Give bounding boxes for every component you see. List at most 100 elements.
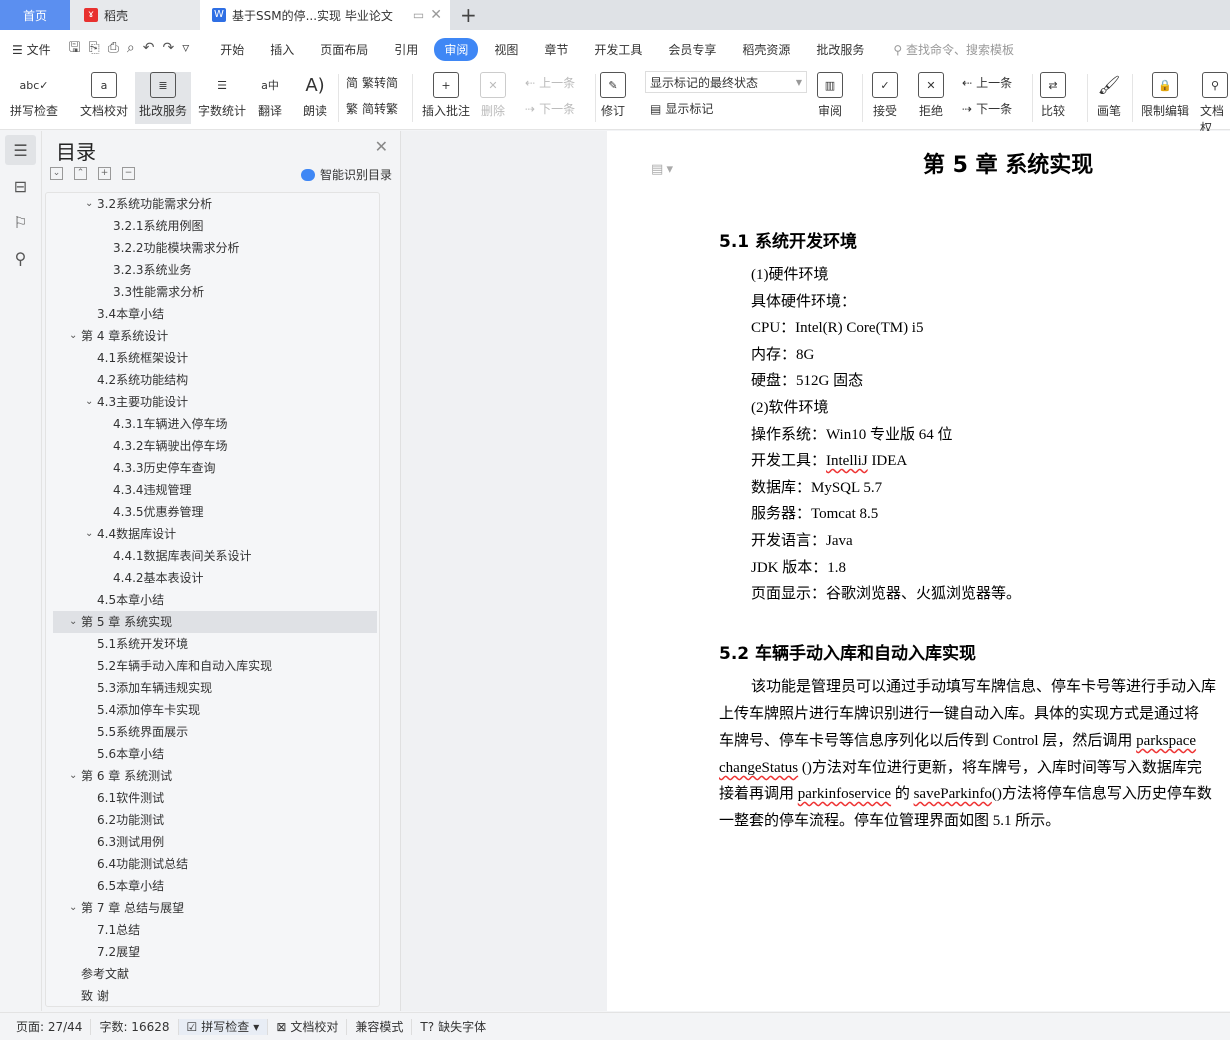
toc-item[interactable]: 6.2功能测试	[53, 809, 377, 831]
menu-tab-6[interactable]: 章节	[534, 38, 578, 61]
tab-document[interactable]: W 基于SSM的停...实现 毕业论文 ▭ ✕	[200, 0, 450, 30]
toc-item[interactable]: 4.3.3历史停车查询	[53, 457, 377, 479]
toc-item[interactable]: 6.1软件测试	[53, 787, 377, 809]
toc-item[interactable]: 3.3性能需求分析	[53, 281, 377, 303]
toc-item[interactable]: ⌄ 3.2系统功能需求分析	[53, 193, 377, 215]
proofread-button[interactable]: a 文档校对	[80, 72, 128, 119]
toc-item[interactable]: 4.1系统框架设计	[53, 347, 377, 369]
toc-item[interactable]: 3.4本章小结	[53, 303, 377, 325]
paste-options-icon[interactable]: ▤ ▾	[651, 161, 673, 177]
search-command[interactable]: ⚲ 查找命令、搜索模板	[893, 41, 1014, 58]
menu-tab-7[interactable]: 开发工具	[584, 38, 652, 61]
spell-check-status[interactable]: ☑ 拼写检查 ▾	[178, 1018, 269, 1035]
chevron-down-icon[interactable]: ⌄	[85, 391, 93, 413]
prev-change-button[interactable]: ⇠ 上一条	[962, 74, 1012, 91]
toc-item[interactable]: ⌄ 第 7 章 总结与展望	[53, 897, 377, 919]
delete-comment-button[interactable]: ✕ 删除	[480, 72, 506, 119]
collapse-up-icon[interactable]: ⌃	[74, 167, 87, 180]
simp-to-trad-button[interactable]: 繁简转繁	[346, 100, 398, 117]
chevron-down-icon[interactable]: ⌄	[85, 193, 93, 215]
quick-access-toolbar[interactable]: 🖫⎘⎙⌕↶↷▿	[69, 37, 198, 61]
reject-button[interactable]: ✕ 拒绝	[918, 72, 944, 119]
toc-item[interactable]: 致 谢	[53, 985, 377, 1006]
menu-tab-4[interactable]: 审阅	[434, 37, 479, 61]
translate-button[interactable]: a中 翻译	[257, 72, 283, 119]
toc-item[interactable]: 4.5本章小结	[53, 589, 377, 611]
menu-tab-10[interactable]: 批改服务	[806, 38, 874, 61]
proofread-status[interactable]: ⊠ 文档校对	[268, 1018, 348, 1035]
prev-comment-button[interactable]: ⇠ 上一条	[525, 74, 575, 91]
toc-item[interactable]: ⌄ 4.3主要功能设计	[53, 391, 377, 413]
toc-item[interactable]: 5.1系统开发环境	[53, 633, 377, 655]
chapter-nav-icon[interactable]: ⊟	[5, 171, 36, 201]
toc-item[interactable]: 3.2.2功能模块需求分析	[53, 237, 377, 259]
show-markup-button[interactable]: ▤ 显示标记	[650, 100, 713, 117]
compare-button[interactable]: ⇄ 比较	[1040, 72, 1066, 119]
restrict-editing-button[interactable]: 🔒 限制编辑	[1141, 72, 1189, 119]
toc-item[interactable]: 5.5系统界面展示	[53, 721, 377, 743]
word-count[interactable]: 字数: 16628	[91, 1018, 179, 1035]
toc-item[interactable]: ⌄ 第 6 章 系统测试	[53, 765, 377, 787]
menu-tab-8[interactable]: 会员专享	[658, 38, 726, 61]
toc-item[interactable]: 4.4.1数据库表间关系设计	[53, 545, 377, 567]
new-tab-button[interactable]: +	[460, 0, 477, 30]
expand-all-icon[interactable]: +	[98, 167, 111, 180]
toc-item[interactable]: ⌄ 第 5 章 系统实现	[53, 611, 377, 633]
chevron-down-icon[interactable]: ⌄	[69, 611, 77, 633]
search-icon[interactable]: ⚲	[5, 243, 36, 273]
toc-item[interactable]: 5.4添加停车卡实现	[53, 699, 377, 721]
toc-item[interactable]: 7.1总结	[53, 919, 377, 941]
word-count-button[interactable]: ☰ 字数统计	[198, 72, 246, 119]
chevron-down-icon[interactable]: ⌄	[85, 523, 93, 545]
toc-item[interactable]: 4.3.5优惠券管理	[53, 501, 377, 523]
toc-item[interactable]: 6.4功能测试总结	[53, 853, 377, 875]
toc-item[interactable]: 6.3测试用例	[53, 831, 377, 853]
menu-tab-0[interactable]: 开始	[210, 38, 254, 61]
smart-toc-button[interactable]: 智能识别目录	[300, 166, 392, 183]
pen-button[interactable]: 🖌 画笔	[1096, 72, 1122, 119]
expand-down-icon[interactable]: ⌄	[50, 167, 63, 180]
menu-tab-5[interactable]: 视图	[484, 38, 528, 61]
pin-icon[interactable]: ▭	[413, 8, 424, 22]
chevron-down-icon[interactable]: ⌄	[69, 765, 77, 787]
menu-tab-3[interactable]: 引用	[384, 38, 428, 61]
correction-service-button[interactable]: ≣ 批改服务	[135, 72, 192, 124]
accept-button[interactable]: ✓ 接受	[872, 72, 898, 119]
spell-check-button[interactable]: abc✓ 拼写检查	[10, 72, 58, 119]
toc-item[interactable]: 参考文献	[53, 963, 377, 985]
toc-item[interactable]: 5.3添加车辆违规实现	[53, 677, 377, 699]
doc-permission-button[interactable]: ⚲ 文档权	[1200, 72, 1230, 136]
toc-item[interactable]: ⌄ 第 4 章系统设计	[53, 325, 377, 347]
toc-item[interactable]: 6.5本章小结	[53, 875, 377, 897]
review-pane-button[interactable]: ▥ 审阅	[817, 72, 843, 119]
toc-item[interactable]: 5.2车辆手动入库和自动入库实现	[53, 655, 377, 677]
chevron-down-icon[interactable]: ⌄	[69, 897, 77, 919]
track-changes-button[interactable]: ✎ 修订	[600, 72, 626, 119]
toc-item[interactable]: 5.6本章小结	[53, 743, 377, 765]
toc-item[interactable]: 4.3.1车辆进入停车场	[53, 413, 377, 435]
menu-tab-9[interactable]: 稻壳资源	[732, 38, 800, 61]
toc-item[interactable]: 3.2.1系统用例图	[53, 215, 377, 237]
close-tab-icon[interactable]: ✕	[430, 7, 442, 23]
tab-home[interactable]: 首页	[0, 0, 70, 30]
menu-tab-2[interactable]: 页面布局	[310, 38, 378, 61]
display-mode-select[interactable]: 显示标记的最终状态 ▼	[645, 71, 807, 93]
scrollbar[interactable]	[379, 550, 380, 1007]
toc-item[interactable]: 4.3.4违规管理	[53, 479, 377, 501]
toc-item[interactable]: 3.2.3系统业务	[53, 259, 377, 281]
collapse-all-icon[interactable]: −	[122, 167, 135, 180]
missing-font-button[interactable]: T? 缺失字体	[412, 1019, 494, 1035]
toc-item[interactable]: 7.2展望	[53, 941, 377, 963]
close-icon[interactable]: ✕	[375, 137, 388, 156]
read-aloud-button[interactable]: A) 朗读	[302, 72, 328, 119]
file-menu[interactable]: ☰ 文件	[12, 41, 51, 58]
insert-comment-button[interactable]: + 插入批注	[422, 72, 470, 119]
document-page[interactable]: ▤ ▾ 第 5 章 系统实现 5.1 系统开发环境 (1)硬件环境 具体硬件环境：…	[607, 131, 1230, 1011]
tab-docer[interactable]: ɤ 稻壳	[70, 0, 200, 30]
toc-item[interactable]: 4.3.2车辆驶出停车场	[53, 435, 377, 457]
next-change-button[interactable]: ⇢ 下一条	[962, 100, 1012, 117]
bookmark-icon[interactable]: ⚐	[5, 207, 36, 237]
page-indicator[interactable]: 页面: 27/44	[8, 1018, 92, 1035]
trad-to-simp-button[interactable]: 简繁转简	[346, 74, 398, 91]
next-comment-button[interactable]: ⇢ 下一条	[525, 100, 575, 117]
